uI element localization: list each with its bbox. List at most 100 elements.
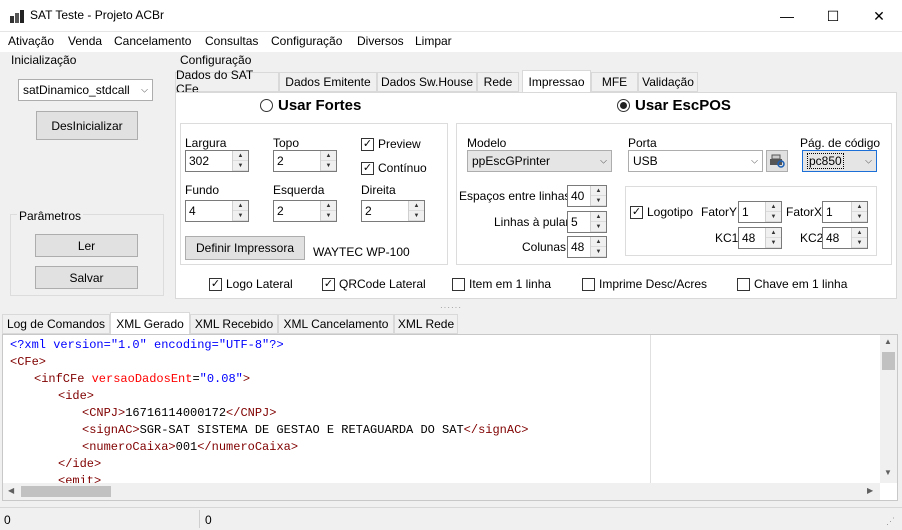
deinit-button[interactable]: DesInicializar <box>36 111 138 140</box>
modelo-select[interactable]: ppEscGPrinter ⌵ <box>467 150 612 172</box>
spin-up-icon: ▲ <box>591 186 606 196</box>
continuo-checkbox[interactable]: ✓ Contínuo <box>361 161 427 175</box>
menu-consultas[interactable]: Consultas <box>205 34 258 48</box>
tab-xml-gerado[interactable]: XML Gerado <box>110 312 190 334</box>
tab-dados-sat[interactable]: Dados do SAT CFe <box>175 68 279 96</box>
printer-name: WAYTEC WP-100 <box>313 245 410 259</box>
logotipo-checkbox[interactable]: ✓ Logotipo <box>630 205 693 219</box>
direita-label: Direita <box>361 183 396 197</box>
direita-updown[interactable]: ▲ ▼ <box>408 201 424 221</box>
xml-token: 001 <box>175 440 198 454</box>
check-icon: ✓ <box>322 277 335 291</box>
lib-select[interactable]: satDinamico_stdcall ⌵ <box>18 79 153 101</box>
esquerda-stepper[interactable]: 2 ▲ ▼ <box>273 200 337 222</box>
tab-log-comandos[interactable]: Log de Comandos <box>2 314 110 334</box>
esquerda-updown[interactable]: ▲ ▼ <box>320 201 336 221</box>
tab-impressao[interactable]: Impressao <box>522 70 591 92</box>
menu-limpar[interactable]: Limpar <box>415 34 452 48</box>
close-button[interactable]: ✕ <box>856 0 902 32</box>
splitter[interactable]: ······ <box>0 303 902 312</box>
fundo-value: 4 <box>189 204 196 218</box>
espacos-stepper[interactable]: 40 ▲ ▼ <box>567 185 607 207</box>
fatory-stepper[interactable]: 1 ▲ ▼ <box>738 201 782 223</box>
colunas-updown[interactable]: ▲ ▼ <box>590 237 606 257</box>
linhas-pular-stepper[interactable]: 5 ▲ ▼ <box>567 211 607 233</box>
imprime-desc-checkbox[interactable]: Imprime Desc/Acres <box>582 277 707 291</box>
preview-checkbox[interactable]: ✓ Preview <box>361 137 421 151</box>
radio-dot-fortes <box>260 99 273 112</box>
espacos-updown[interactable]: ▲ ▼ <box>590 186 606 206</box>
xml-line: <CNPJ>16716114000172</CNPJ> <box>10 405 640 422</box>
menu-cancelamento[interactable]: Cancelamento <box>114 34 191 48</box>
fatory-updown[interactable]: ▲ ▼ <box>765 202 781 222</box>
menu-bar: Ativação Venda Cancelamento Consultas Co… <box>0 32 902 52</box>
xml-line: <infCFe versaoDadosEnt="0.08"> <box>10 371 640 388</box>
log-tabs: Log de Comandos XML Gerado XML Recebido … <box>2 312 900 336</box>
tab-rede[interactable]: Rede <box>477 72 519 92</box>
tab-xml-recebido[interactable]: XML Recebido <box>190 314 278 334</box>
menu-diversos[interactable]: Diversos <box>357 34 404 48</box>
kc1-updown[interactable]: ▲ ▼ <box>765 228 781 248</box>
tab-dados-swhouse[interactable]: Dados Sw.House <box>377 72 477 92</box>
kc1-stepper[interactable]: 48 ▲ ▼ <box>738 227 782 249</box>
radio-usar-escpos[interactable]: Usar EscPOS <box>617 97 731 114</box>
spin-up-icon: ▲ <box>852 202 867 212</box>
fatorx-updown[interactable]: ▲ ▼ <box>851 202 867 222</box>
horizontal-scroll-thumb[interactable] <box>21 486 111 497</box>
minimize-button[interactable]: — <box>764 0 810 32</box>
tab-dados-emitente[interactable]: Dados Emitente <box>279 72 377 92</box>
topo-stepper[interactable]: 2 ▲ ▼ <box>273 150 337 172</box>
linhas-pular-updown[interactable]: ▲ ▼ <box>590 212 606 232</box>
kc2-stepper[interactable]: 48 ▲ ▼ <box>822 227 868 249</box>
checkbox-empty <box>582 277 595 291</box>
vertical-scroll-thumb[interactable] <box>882 352 895 370</box>
direita-stepper[interactable]: 2 ▲ ▼ <box>361 200 425 222</box>
tab-mfe[interactable]: MFE <box>591 72 638 92</box>
xml-token: > <box>242 372 251 386</box>
topo-updown[interactable]: ▲ ▼ <box>320 151 336 171</box>
logo-lateral-checkbox[interactable]: ✓ Logo Lateral <box>209 277 293 291</box>
scroll-down-icon[interactable]: ▼ <box>884 468 892 477</box>
codepage-value: pc850 <box>807 153 844 169</box>
menu-ativacao[interactable]: Ativação <box>8 34 54 48</box>
xml-token: </CNPJ> <box>226 406 277 420</box>
xml-token: <numeroCaixa> <box>82 440 176 454</box>
xml-line: <signAC>SGR-SAT SISTEMA DE GESTAO E RETA… <box>10 422 640 439</box>
fatorx-stepper[interactable]: 1 ▲ ▼ <box>822 201 868 223</box>
scroll-left-icon[interactable]: ◀ <box>8 486 14 495</box>
porta-select[interactable]: USB ⌵ <box>628 150 763 172</box>
fundo-updown[interactable]: ▲ ▼ <box>232 201 248 221</box>
radio-usar-fortes[interactable]: Usar Fortes <box>260 97 361 114</box>
horizontal-scrollbar[interactable]: ◀ ▶ <box>3 483 880 500</box>
maximize-button[interactable]: ☐ <box>810 0 856 32</box>
read-button[interactable]: Ler <box>35 234 138 257</box>
chevron-down-icon: ⌵ <box>600 155 607 166</box>
vertical-scrollbar[interactable]: ▲ ▼ <box>880 335 897 483</box>
define-printer-button[interactable]: Definir Impressora <box>185 236 305 260</box>
chave-1-linha-checkbox[interactable]: Chave em 1 linha <box>737 277 847 291</box>
tab-xml-rede[interactable]: XML Rede <box>394 314 458 334</box>
fatorx-label: FatorX <box>786 205 823 219</box>
xml-viewer[interactable]: <?xml version="1.0" encoding="UTF-8"?> <C… <box>2 334 898 501</box>
item-1-linha-checkbox[interactable]: Item em 1 linha <box>452 277 551 291</box>
spin-up-icon: ▲ <box>766 202 781 212</box>
tab-validacao[interactable]: Validação <box>638 72 698 92</box>
xml-content: <?xml version="1.0" encoding="UTF-8"?> <C… <box>10 337 640 483</box>
tab-xml-cancelamento[interactable]: XML Cancelamento <box>278 314 394 334</box>
codepage-select[interactable]: pc850 ⌵ <box>802 150 877 172</box>
scroll-up-icon[interactable]: ▲ <box>884 337 892 346</box>
qrcode-lateral-checkbox[interactable]: ✓ QRCode Lateral <box>322 277 426 291</box>
menu-venda[interactable]: Venda <box>68 34 102 48</box>
kc2-updown[interactable]: ▲ ▼ <box>851 228 867 248</box>
largura-stepper[interactable]: 302 ▲ ▼ <box>185 150 249 172</box>
spin-down-icon: ▼ <box>591 196 606 206</box>
colunas-stepper[interactable]: 48 ▲ ▼ <box>567 236 607 258</box>
port-search-button[interactable] <box>766 150 788 172</box>
resize-grip-icon[interactable]: ⋰ <box>886 516 895 527</box>
kc1-value: 48 <box>742 231 756 245</box>
menu-configuracao[interactable]: Configuração <box>271 34 342 48</box>
scroll-right-icon[interactable]: ▶ <box>867 486 873 495</box>
save-button[interactable]: Salvar <box>35 266 138 289</box>
fundo-stepper[interactable]: 4 ▲ ▼ <box>185 200 249 222</box>
largura-updown[interactable]: ▲ ▼ <box>232 151 248 171</box>
